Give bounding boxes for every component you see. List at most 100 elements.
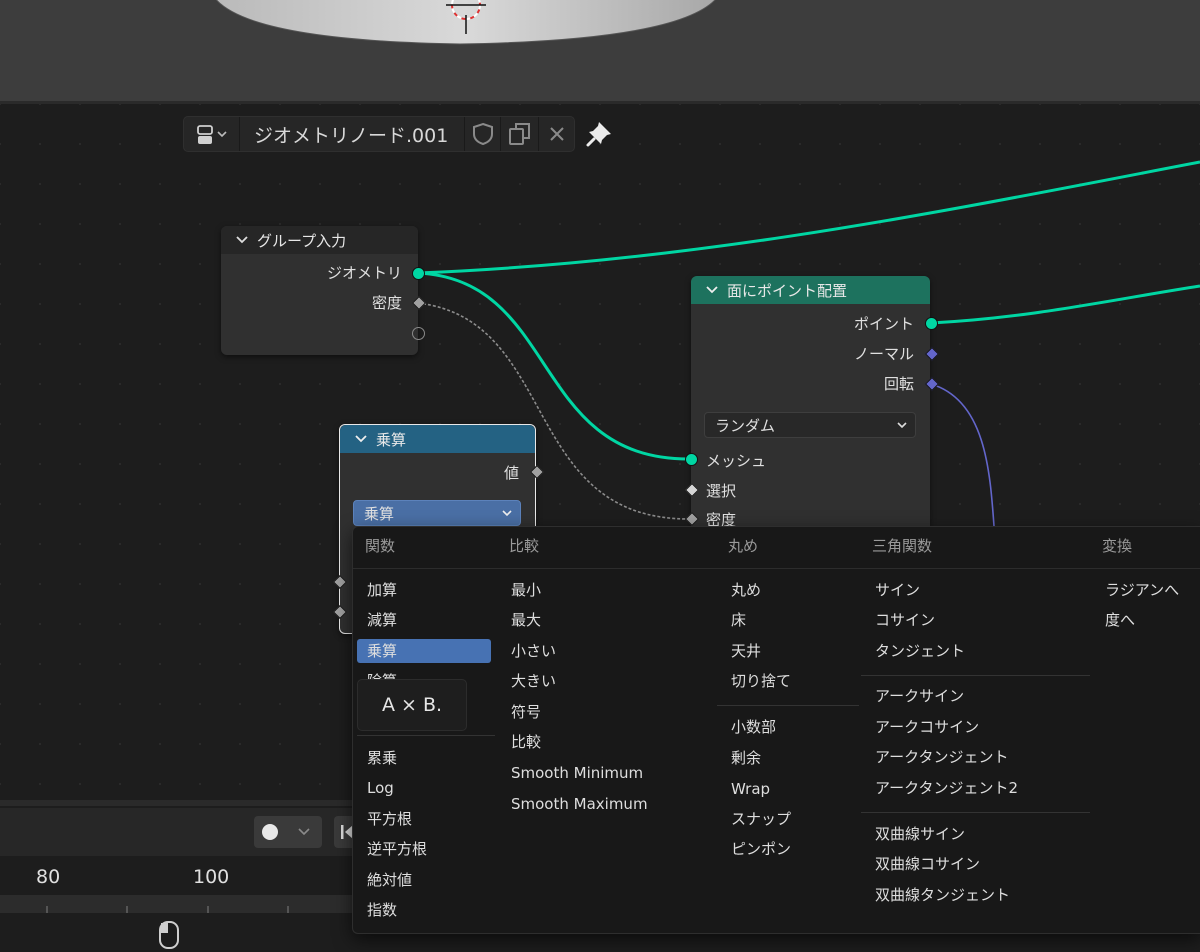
menu-item-snap[interactable]: スナップ bbox=[731, 807, 791, 831]
chevron-down-icon bbox=[298, 828, 310, 836]
collapse-chevron-icon[interactable] bbox=[354, 434, 368, 444]
menu-item-maximum[interactable]: 最大 bbox=[511, 608, 541, 632]
math-operation-dropdown[interactable]: 乗算 bbox=[353, 500, 521, 526]
menu-item-round[interactable]: 丸め bbox=[731, 578, 761, 602]
node-title: 面にポイント配置 bbox=[727, 281, 848, 300]
menu-item-arctan2[interactable]: アークタンジェント2 bbox=[875, 776, 1018, 800]
chevron-down-icon bbox=[216, 131, 227, 138]
column-header: 変換 bbox=[1102, 537, 1133, 555]
socket-label: 密度 bbox=[371, 294, 402, 312]
frame-label: 80 bbox=[36, 866, 61, 888]
fake-user-button[interactable] bbox=[465, 117, 500, 151]
menu-item-arcsine[interactable]: アークサイン bbox=[875, 684, 964, 708]
record-icon bbox=[262, 824, 278, 840]
menu-item-exponent[interactable]: 指数 bbox=[367, 898, 397, 922]
node-editor-type-icon bbox=[196, 125, 227, 144]
menu-item-log[interactable]: Log bbox=[367, 776, 394, 800]
socket-label: ジオメトリ bbox=[326, 264, 402, 282]
node-title: 乗算 bbox=[376, 430, 407, 449]
duplicate-button[interactable] bbox=[501, 117, 538, 151]
socket-label: メッシュ bbox=[706, 452, 767, 470]
menu-item-fraction[interactable]: 小数部 bbox=[731, 715, 776, 739]
divider bbox=[717, 705, 859, 706]
keying-button[interactable] bbox=[254, 816, 322, 848]
menu-item-floor[interactable]: 床 bbox=[731, 608, 746, 632]
socket-label: ポイント bbox=[853, 315, 914, 333]
menu-item-tangent[interactable]: タンジェント bbox=[875, 639, 965, 663]
column-header: 比較 bbox=[509, 537, 540, 555]
menu-item-smooth-minimum[interactable]: Smooth Minimum bbox=[511, 761, 643, 785]
group-input-node[interactable]: グループ入力 ジオメトリ 密度 bbox=[221, 226, 418, 355]
collapse-chevron-icon[interactable] bbox=[235, 235, 249, 245]
close-icon bbox=[549, 127, 564, 141]
menu-item-subtract[interactable]: 減算 bbox=[367, 608, 397, 632]
menu-item-sign[interactable]: 符号 bbox=[511, 700, 541, 724]
menu-item-hyperbolic-sine[interactable]: 双曲線サイン bbox=[875, 822, 965, 846]
menu-item-compare[interactable]: 比較 bbox=[511, 730, 541, 754]
link-rotation bbox=[930, 383, 995, 527]
menu-item-divide[interactable]: 除算 bbox=[367, 669, 397, 679]
duplicate-icon bbox=[508, 123, 530, 145]
distribute-points-node[interactable]: 面にポイント配置 ポイント ノーマル 回転 ランダム メッシュ 選択 密度 bbox=[691, 276, 930, 529]
mesh-input-socket[interactable] bbox=[685, 453, 698, 466]
menu-item-add[interactable]: 加算 bbox=[367, 578, 397, 602]
menu-item-cosine[interactable]: コサイン bbox=[875, 608, 935, 632]
jump-start-button[interactable] bbox=[334, 816, 354, 848]
collapse-chevron-icon[interactable] bbox=[705, 285, 719, 295]
dropdown-value: 乗算 bbox=[364, 504, 395, 523]
node-header[interactable]: 面にポイント配置 bbox=[691, 276, 930, 304]
link-geometry-to-output bbox=[417, 160, 1200, 275]
menu-item-power[interactable]: 累乗 bbox=[367, 746, 397, 770]
socket-label: 値 bbox=[503, 464, 519, 482]
node-editor-header: ジオメトリノード.001 bbox=[183, 116, 575, 152]
fake-user-shield-icon bbox=[472, 122, 493, 146]
tick bbox=[46, 906, 48, 913]
node-title: グループ入力 bbox=[257, 231, 347, 250]
menu-item-less-than[interactable]: 小さい bbox=[511, 639, 556, 663]
menu-item-modulo[interactable]: 剰余 bbox=[731, 746, 761, 770]
menu-item-to-radians[interactable]: ラジアンへ bbox=[1105, 578, 1179, 602]
menu-item-ceil[interactable]: 天井 bbox=[731, 639, 761, 663]
menu-item-truncate[interactable]: 切り捨て bbox=[731, 669, 791, 693]
chevron-down-icon bbox=[897, 422, 907, 429]
pin-button[interactable] bbox=[585, 118, 615, 148]
divider bbox=[353, 568, 1200, 569]
menu-item-ping-pong[interactable]: ピンポン bbox=[731, 837, 791, 861]
empty-output-socket[interactable] bbox=[412, 327, 425, 340]
mouse-icon bbox=[159, 921, 179, 949]
pin-icon bbox=[586, 122, 611, 147]
menu-item-minimum[interactable]: 最小 bbox=[511, 578, 541, 602]
dropdown-value: ランダム bbox=[715, 416, 776, 435]
divider bbox=[861, 812, 1090, 813]
menu-item-absolute[interactable]: 絶対値 bbox=[367, 868, 412, 892]
menu-item-wrap[interactable]: Wrap bbox=[731, 777, 770, 801]
editor-type-selector[interactable] bbox=[184, 117, 239, 151]
unlink-button[interactable] bbox=[539, 117, 574, 151]
menu-item-sine[interactable]: サイン bbox=[875, 578, 920, 602]
menu-item-multiply[interactable]: 乗算 bbox=[357, 639, 491, 663]
node-header[interactable]: グループ入力 bbox=[221, 226, 418, 254]
distribute-method-dropdown[interactable]: ランダム bbox=[704, 412, 916, 438]
math-operation-menu: 関数 比較 丸め 三角関数 変換 加算 減算 乗算 除算 A × B. 累乗 L… bbox=[352, 526, 1200, 934]
menu-item-arccosine[interactable]: アークコサイン bbox=[875, 715, 979, 739]
node-tree-name-field[interactable]: ジオメトリノード.001 bbox=[240, 117, 478, 151]
menu-item-inverse-square-root[interactable]: 逆平方根 bbox=[367, 837, 427, 861]
node-header[interactable]: 乗算 bbox=[340, 425, 535, 453]
tick bbox=[207, 906, 209, 913]
menu-item-smooth-maximum[interactable]: Smooth Maximum bbox=[511, 792, 648, 816]
geometry-output-socket[interactable] bbox=[412, 267, 425, 280]
tooltip: A × B. bbox=[357, 679, 467, 731]
points-output-socket[interactable] bbox=[925, 317, 938, 330]
menu-item-greater-than[interactable]: 大きい bbox=[511, 669, 556, 693]
chevron-down-icon bbox=[502, 510, 512, 517]
menu-item-square-root[interactable]: 平方根 bbox=[367, 807, 412, 831]
menu-item-hyperbolic-cosine[interactable]: 双曲線コサイン bbox=[875, 852, 980, 876]
tick bbox=[287, 906, 289, 913]
menu-item-to-degrees[interactable]: 度へ bbox=[1105, 608, 1135, 632]
column-header: 丸め bbox=[728, 537, 759, 555]
socket-label: 回転 bbox=[883, 375, 914, 393]
menu-item-hyperbolic-tangent[interactable]: 双曲線タンジェント bbox=[875, 883, 1010, 907]
frame-label: 100 bbox=[193, 866, 230, 888]
menu-item-arctangent[interactable]: アークタンジェント bbox=[875, 745, 1009, 769]
link-points-to-output bbox=[930, 284, 1200, 325]
